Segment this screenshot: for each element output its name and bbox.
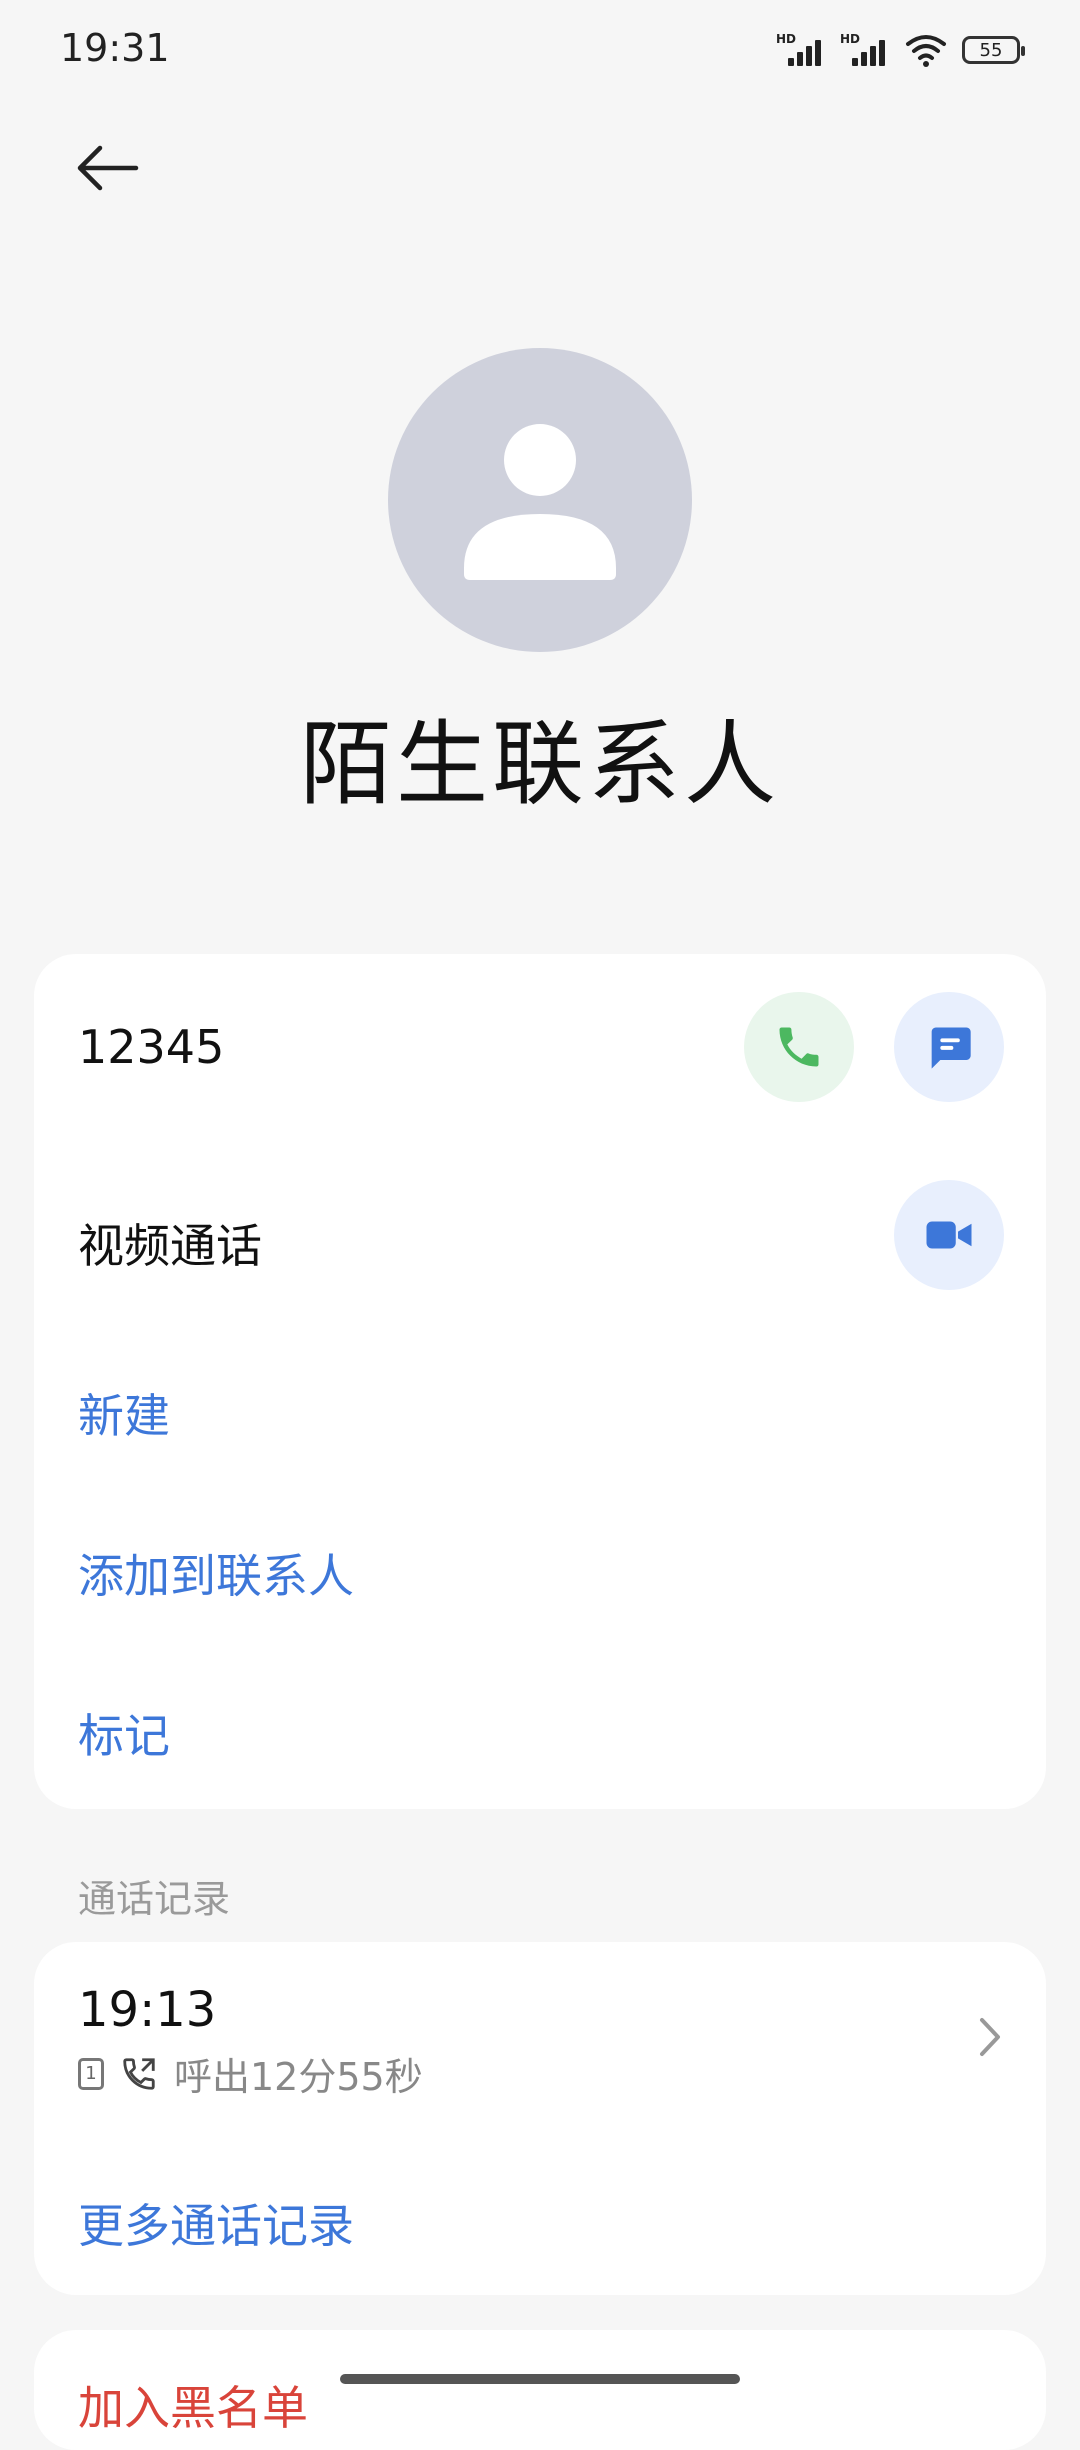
person-icon bbox=[464, 424, 616, 580]
arrow-left-icon bbox=[77, 145, 139, 191]
call-log-description: 呼出12分55秒 bbox=[174, 2055, 423, 2099]
back-button[interactable] bbox=[72, 138, 152, 198]
status-icons: HD HD 55 bbox=[776, 30, 1025, 70]
status-time: 19:31 bbox=[60, 26, 170, 70]
contact-name: 陌生联系人 bbox=[299, 711, 780, 818]
signal-icon: HD bbox=[840, 32, 890, 68]
message-icon bbox=[931, 1027, 971, 1069]
more-call-log-link[interactable]: 更多通话记录 bbox=[78, 2190, 354, 2256]
message-button[interactable] bbox=[894, 992, 1004, 1102]
hd-label: HD bbox=[776, 32, 797, 46]
wifi-icon bbox=[906, 35, 946, 67]
home-indicator[interactable] bbox=[340, 2374, 740, 2384]
sim-badge: 1 bbox=[78, 2057, 104, 2090]
add-to-contacts-link[interactable]: 添加到联系人 bbox=[78, 1540, 354, 1606]
phone-number[interactable]: 12345 bbox=[78, 1020, 224, 1074]
call-button[interactable] bbox=[744, 992, 854, 1102]
phone-icon bbox=[779, 1027, 819, 1067]
new-contact-link[interactable]: 新建 bbox=[78, 1380, 170, 1446]
contact-details-card bbox=[34, 954, 1046, 1809]
chevron-right-icon bbox=[980, 2018, 1000, 2056]
call-log-time[interactable]: 19:13 bbox=[78, 1982, 216, 2038]
video-call-label: 视频通话 bbox=[78, 1219, 262, 1273]
mark-link[interactable]: 标记 bbox=[78, 1700, 170, 1766]
video-camera-icon bbox=[926, 1221, 972, 1249]
video-call-button[interactable] bbox=[894, 1180, 1004, 1290]
call-log-detail: 1 呼出12分55秒 bbox=[78, 2046, 423, 2101]
call-log-section-title: 通话记录 bbox=[78, 1877, 231, 1921]
call-log-entry-chevron[interactable] bbox=[970, 2012, 1010, 2062]
outgoing-call-icon bbox=[123, 2057, 155, 2090]
battery-icon: 55 bbox=[962, 36, 1025, 64]
add-to-blacklist-button[interactable]: 加入黑名单 bbox=[78, 2372, 308, 2438]
hd-label: HD bbox=[840, 32, 861, 46]
battery-level: 55 bbox=[979, 39, 1003, 61]
signal-icon: HD bbox=[776, 32, 826, 68]
contact-avatar bbox=[388, 348, 692, 652]
